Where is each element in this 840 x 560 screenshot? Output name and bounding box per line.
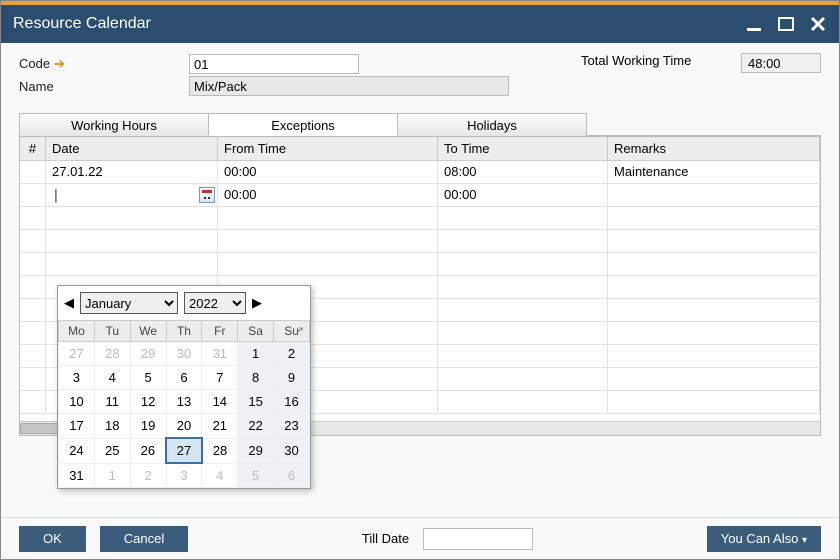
calendar-grid: MoTuWeThFrSaSu 2728293031123456789101112… (58, 320, 310, 488)
calendar-day[interactable]: 4 (94, 366, 130, 390)
calendar-day[interactable]: 29 (238, 438, 274, 463)
calendar-day[interactable]: 26 (130, 438, 166, 463)
minimize-icon[interactable] (745, 15, 763, 33)
calendar-day[interactable]: 30 (274, 438, 310, 463)
calendar-day[interactable]: 25 (94, 438, 130, 463)
you-can-also-button[interactable]: You Can Also ▾ (707, 526, 821, 552)
table-row[interactable]: 27.01.22 00:00 08:00 Maintenance (20, 161, 820, 184)
calendar-day[interactable]: 11 (94, 390, 130, 414)
cell-date[interactable]: 27.01.22 (46, 161, 218, 183)
calendar-day[interactable]: 3 (59, 366, 95, 390)
col-header-date[interactable]: Date (46, 137, 218, 161)
calendar-day[interactable]: 28 (94, 342, 130, 366)
calendar-day[interactable]: 22 (238, 414, 274, 439)
calendar-day[interactable]: 8 (238, 366, 274, 390)
close-icon[interactable] (809, 15, 827, 33)
calendar-day[interactable]: 27 (166, 438, 202, 463)
calendar-day[interactable]: 29 (130, 342, 166, 366)
code-input[interactable] (189, 54, 359, 74)
window-title: Resource Calendar (13, 15, 151, 33)
calendar-day[interactable]: 6 (166, 366, 202, 390)
prev-month-icon[interactable]: ◀ (64, 295, 74, 311)
calendar-day[interactable]: 5 (238, 463, 274, 488)
calendar-day[interactable]: 14 (202, 390, 238, 414)
calendar-day[interactable]: 1 (238, 342, 274, 366)
calendar-day[interactable]: 2 (274, 342, 310, 366)
tab-holidays[interactable]: Holidays (397, 113, 587, 136)
footer-bar: OK Cancel Till Date You Can Also ▾ (1, 517, 839, 559)
cancel-button[interactable]: Cancel (100, 526, 188, 552)
tab-bar: Working Hours Exceptions Holidays (19, 113, 821, 137)
cell-remarks[interactable]: Maintenance (608, 161, 820, 183)
cell-to-time[interactable]: 08:00 (438, 161, 608, 183)
year-select[interactable]: 2022 (184, 292, 246, 314)
name-label: Name (19, 79, 189, 94)
weekday-header: We (130, 321, 166, 342)
maximize-icon[interactable] (777, 15, 795, 33)
weekday-header: Mo (59, 321, 95, 342)
calendar-icon[interactable] (199, 187, 215, 203)
cell-from-time[interactable]: 00:00 (218, 184, 438, 206)
calendar-day[interactable]: 31 (202, 342, 238, 366)
month-select[interactable]: January (80, 292, 178, 314)
till-date-label: Till Date (362, 531, 409, 546)
cell-from-time[interactable]: 00:00 (218, 161, 438, 183)
table-row[interactable]: | 00:00 00:00 (20, 184, 820, 207)
calendar-day[interactable]: 12 (130, 390, 166, 414)
calendar-day[interactable]: 10 (59, 390, 95, 414)
calendar-day[interactable]: 23 (274, 414, 310, 439)
weekday-header: Tu (94, 321, 130, 342)
calendar-day[interactable]: 16 (274, 390, 310, 414)
date-picker: ◀ January 2022 ▶ ↗ MoTuWeThFrSaSu 272829… (57, 285, 311, 489)
calendar-day[interactable]: 6 (274, 463, 310, 488)
calendar-day[interactable]: 27 (59, 342, 95, 366)
expand-icon[interactable]: ↗ (295, 324, 304, 337)
calendar-day[interactable]: 20 (166, 414, 202, 439)
content-area: Code Name Total Working Time 48:00 Worki… (1, 43, 839, 517)
title-bar: Resource Calendar (1, 5, 839, 43)
weekday-header: Su (274, 321, 310, 342)
name-input[interactable] (189, 76, 509, 96)
calendar-day[interactable]: 4 (202, 463, 238, 488)
calendar-day[interactable]: 28 (202, 438, 238, 463)
cell-remarks[interactable] (608, 184, 820, 206)
col-header-from[interactable]: From Time (218, 137, 438, 161)
tab-working-hours[interactable]: Working Hours (19, 113, 209, 136)
next-month-icon[interactable]: ▶ (252, 295, 262, 311)
col-header-hash: # (20, 137, 46, 161)
col-header-remarks[interactable]: Remarks (608, 137, 820, 161)
cell-date-editing[interactable]: | (46, 184, 218, 206)
calendar-day[interactable]: 5 (130, 366, 166, 390)
total-working-time-value: 48:00 (741, 53, 821, 73)
total-working-time-label: Total Working Time (581, 53, 741, 68)
col-header-to[interactable]: To Time (438, 137, 608, 161)
calendar-day[interactable]: 21 (202, 414, 238, 439)
calendar-day[interactable]: 2 (130, 463, 166, 488)
calendar-day[interactable]: 30 (166, 342, 202, 366)
resource-calendar-window: Resource Calendar Code Name Total Workin… (0, 0, 840, 560)
code-label: Code (19, 56, 189, 72)
calendar-day[interactable]: 3 (166, 463, 202, 488)
ok-button[interactable]: OK (19, 526, 86, 552)
till-date-input[interactable] (423, 528, 533, 550)
tab-exceptions[interactable]: Exceptions (208, 113, 398, 136)
chevron-down-icon: ▾ (802, 535, 807, 546)
calendar-day[interactable]: 24 (59, 438, 95, 463)
calendar-day[interactable]: 18 (94, 414, 130, 439)
cell-to-time[interactable]: 00:00 (438, 184, 608, 206)
calendar-day[interactable]: 17 (59, 414, 95, 439)
weekday-header: Sa (238, 321, 274, 342)
calendar-day[interactable]: 1 (94, 463, 130, 488)
calendar-day[interactable]: 19 (130, 414, 166, 439)
weekday-header: Fr (202, 321, 238, 342)
calendar-day[interactable]: 7 (202, 366, 238, 390)
weekday-header: Th (166, 321, 202, 342)
calendar-day[interactable]: 15 (238, 390, 274, 414)
calendar-day[interactable]: 13 (166, 390, 202, 414)
calendar-day[interactable]: 9 (274, 366, 310, 390)
calendar-day[interactable]: 31 (59, 463, 95, 488)
